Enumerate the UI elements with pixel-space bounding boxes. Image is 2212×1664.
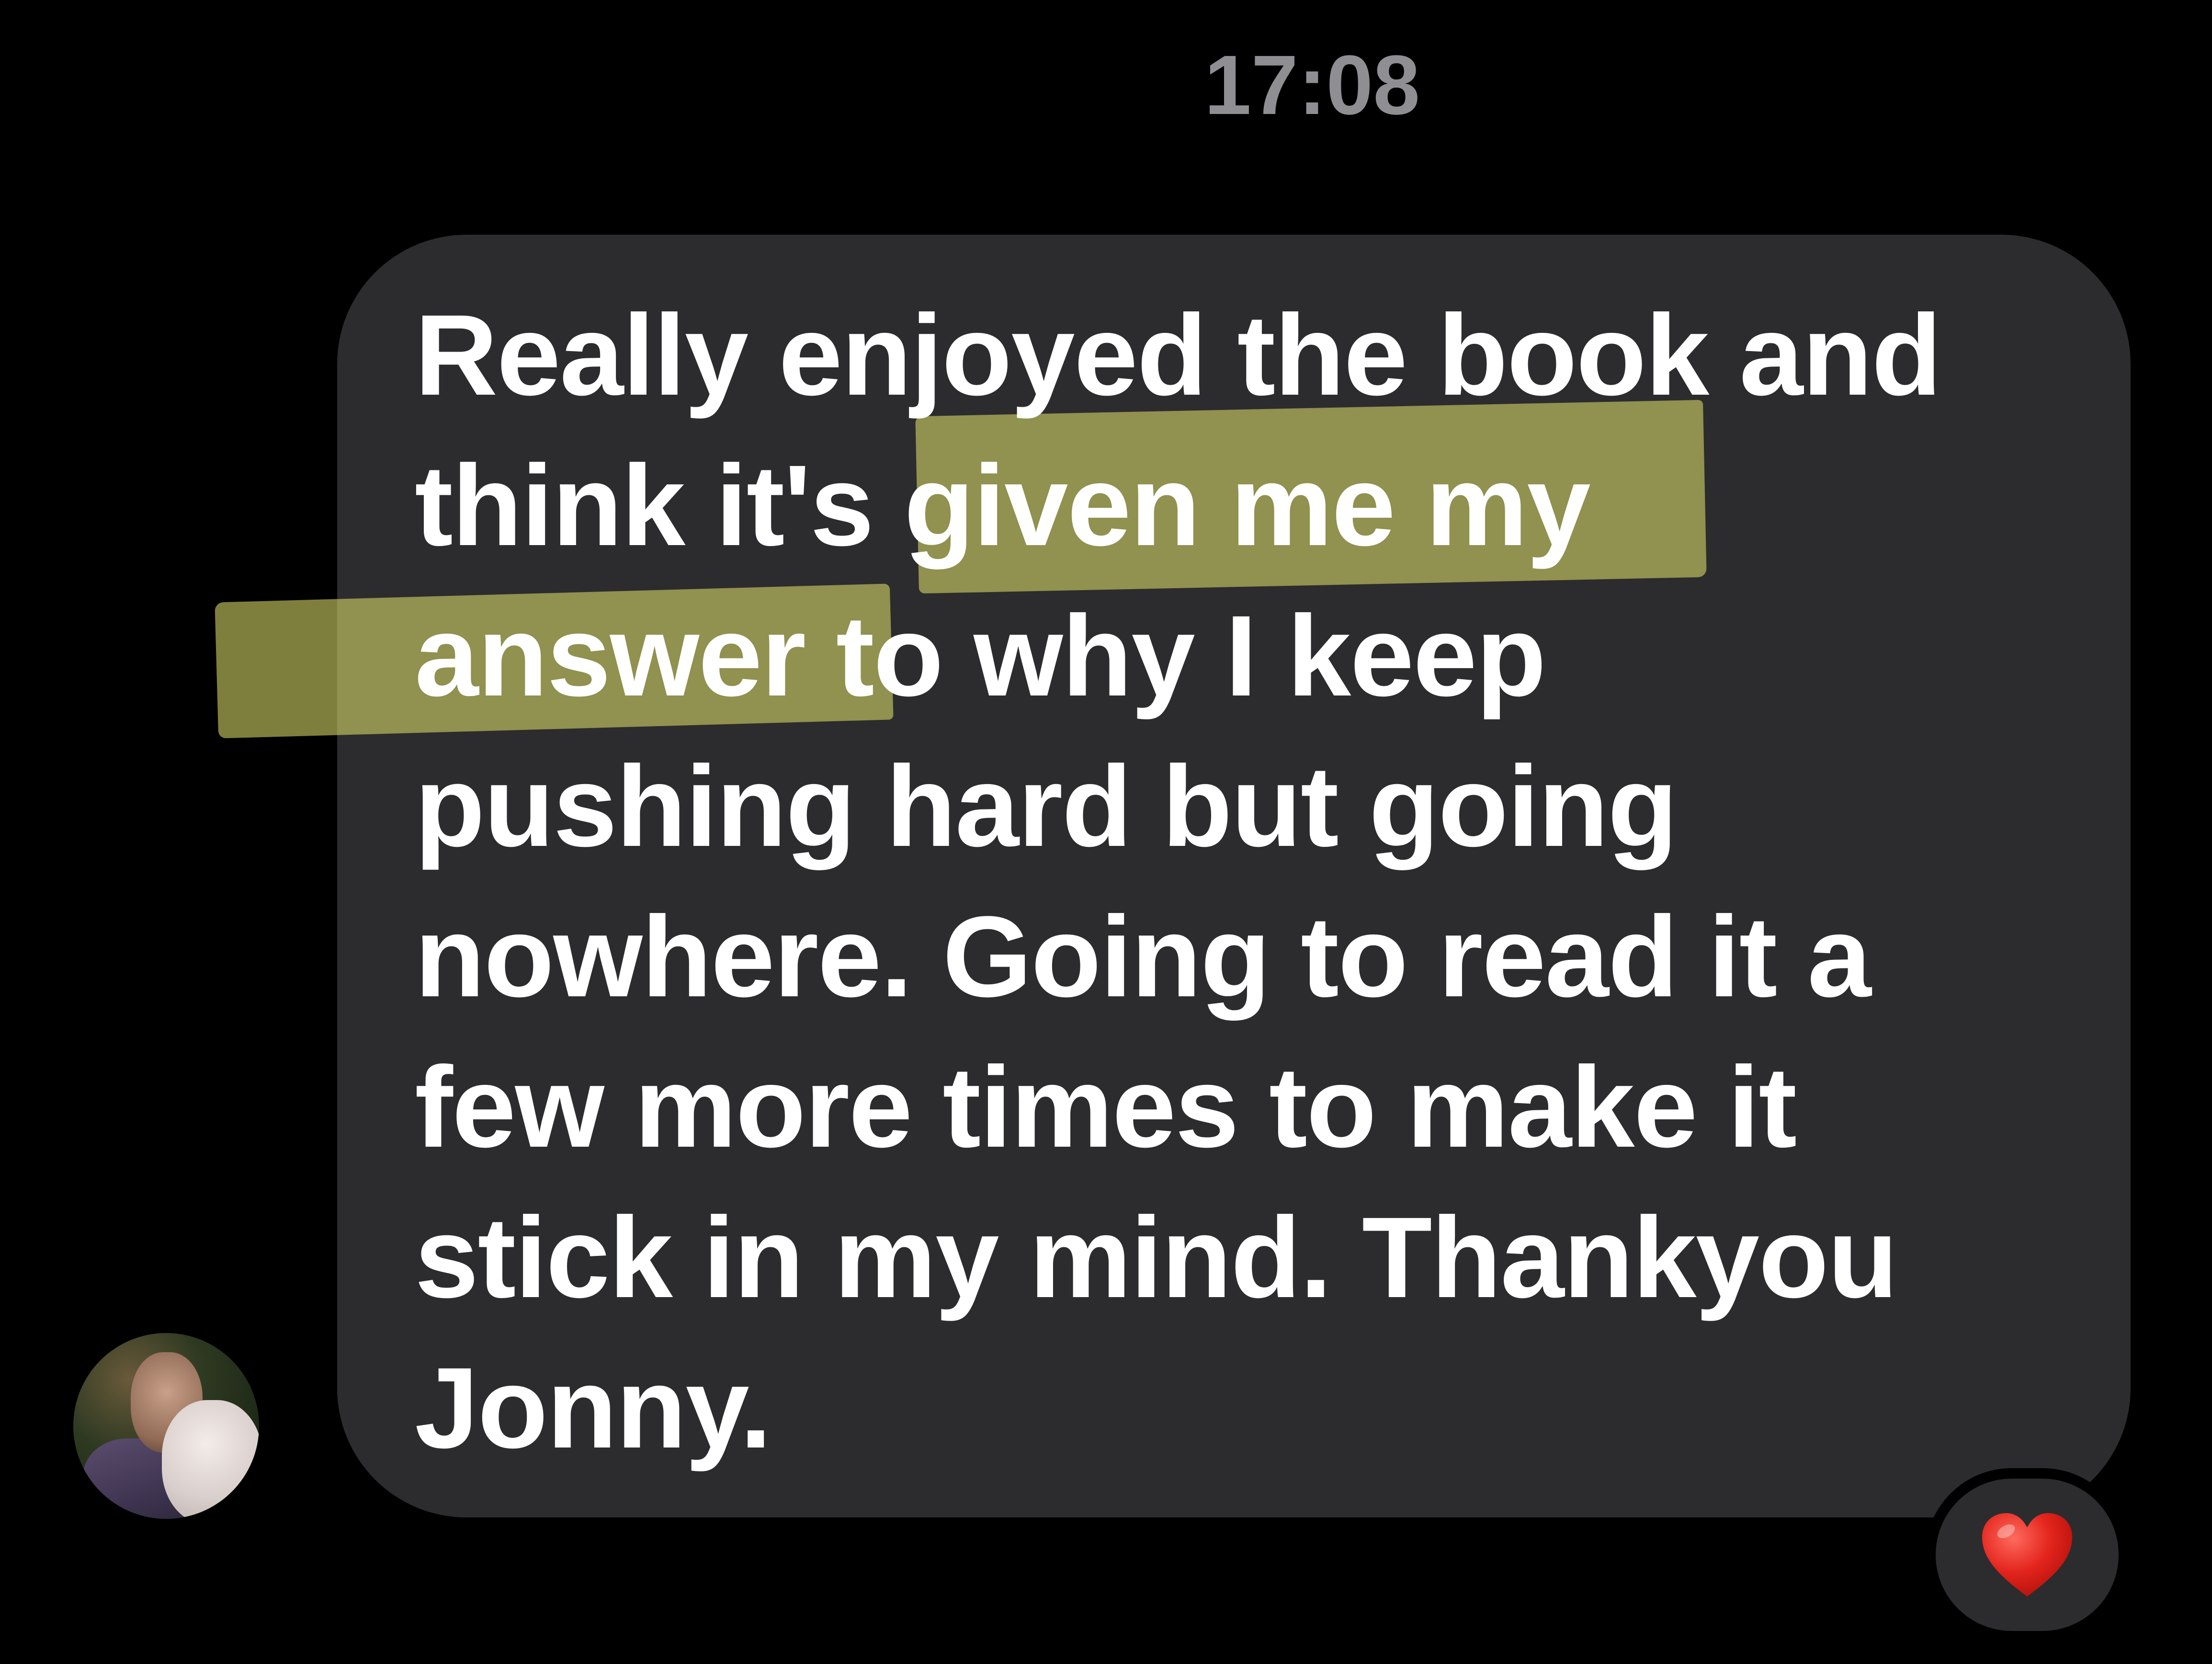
avatar-photo-baby (162, 1400, 259, 1519)
message-text: Really enjoyed the book and think it's g… (415, 291, 1942, 1472)
red-heart-icon (1982, 1513, 2072, 1596)
message-timestamp: 17:08 (1204, 38, 1420, 132)
sender-avatar[interactable] (73, 1333, 259, 1519)
reaction-badge[interactable] (1936, 1479, 2119, 1631)
